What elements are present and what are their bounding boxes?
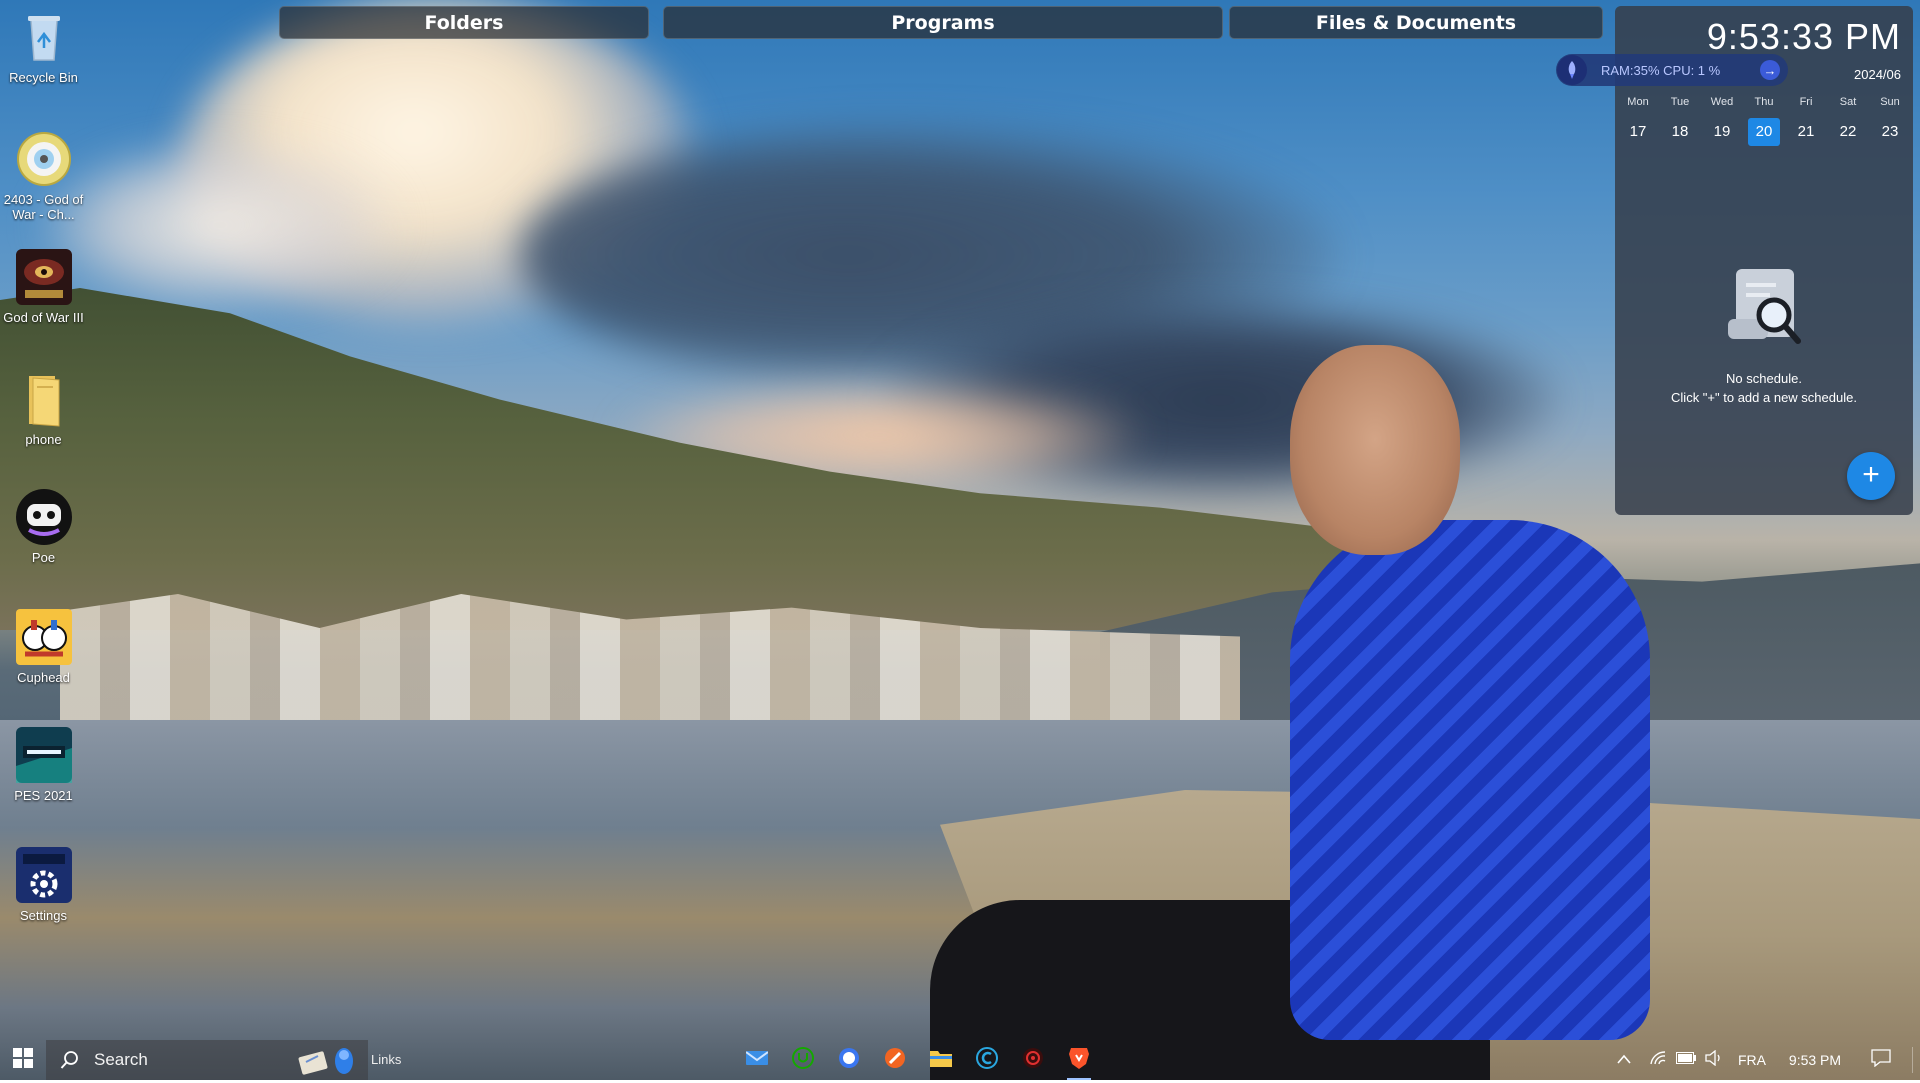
notification-icon [1871,1048,1891,1072]
start-button[interactable] [0,1040,46,1080]
widget-clock: 9:53:33 PM [1706,16,1901,57]
arrow-right-icon[interactable]: → [1760,60,1780,80]
desktop-icon-pes-2021[interactable]: PES 2021 [0,726,87,803]
day-number: 22 [1839,123,1857,140]
taskbar-app-pen[interactable] [880,1045,910,1075]
windows-logo-icon [13,1047,33,1073]
taskbar-app-signal[interactable] [834,1045,864,1075]
desktop-icon-poe[interactable]: Poe [0,488,87,565]
empty-schedule: No schedule. Click "+" to add a new sche… [1615,261,1913,407]
desktop-icon-label: phone [25,432,62,447]
day-name: Sat [1839,96,1857,108]
taskbar-app-game-launcher[interactable] [1018,1045,1048,1075]
taskbar-app-upwork[interactable] [788,1045,818,1075]
taskbar-app-file-explorer[interactable] [926,1045,956,1075]
show-desktop-button[interactable] [1908,1040,1916,1080]
system-stats-pill[interactable]: RAM:35% CPU: 1 % → [1556,54,1788,86]
desktop-icon-label: PES 2021 [14,788,73,803]
desktop-icon-god-of-war-disc[interactable]: 2403 - God of War - Ch... [0,130,87,222]
day-sun[interactable]: Sun 23 [1870,96,1910,146]
desktop-icon-label: Recycle Bin [9,70,78,85]
desktop-icon-pes-settings[interactable]: Settings [0,846,87,923]
day-name: Mon [1627,96,1649,108]
tray-network[interactable] [1644,1040,1672,1080]
desktop-icon-label: Poe [31,550,56,565]
desktop-icon-god-of-war-3[interactable]: God of War III [0,248,87,325]
tray-clock[interactable]: 9:53 PM [1780,1040,1850,1080]
pen-app-icon [884,1047,906,1074]
mail-icon [745,1049,769,1072]
day-name: Fri [1799,96,1813,108]
tab-files-documents[interactable]: Files & Documents [1229,6,1603,39]
add-schedule-button[interactable]: + [1847,452,1895,500]
links-toolbar-label[interactable]: Links [371,1052,401,1067]
day-name: Wed [1710,96,1734,108]
day-name: Thu [1754,96,1774,108]
taskbar-search[interactable]: Search [46,1040,368,1080]
tray-overflow-chevron[interactable] [1610,1040,1638,1080]
ram-cpu-readout: RAM:35% CPU: 1 % [1601,62,1721,78]
search-highlight-icon [296,1044,362,1083]
desktop-icon-recycle-bin[interactable]: Recycle Bin [0,8,87,85]
rocket-icon [1557,55,1587,85]
search-icon [60,1050,80,1075]
game-launcher-icon [1022,1047,1044,1074]
ccleaner-icon [976,1046,998,1074]
taskbar: Search Links FRA 9:53 PM [0,1040,1920,1080]
day-number: 19 [1713,123,1731,140]
chevron-up-icon [1617,1051,1631,1069]
desktop-icon-label: 2403 - God of War - Ch... [3,192,84,222]
empty-schedule-title: No schedule. [1726,371,1802,386]
day-sat[interactable]: Sat 22 [1828,96,1868,146]
tray-language[interactable]: FRA [1732,1040,1772,1080]
day-fri[interactable]: Fri 21 [1786,96,1826,146]
day-number: 17 [1629,123,1647,140]
day-number: 23 [1881,123,1899,140]
disc-icon [15,130,73,188]
desktop-icon-label: Cuphead [17,670,70,685]
search-document-icon [1716,261,1812,357]
brave-browser-icon [1068,1046,1090,1075]
search-placeholder: Search [94,1050,148,1069]
taskbar-app-mail[interactable] [742,1045,772,1075]
taskbar-app-brave[interactable] [1064,1045,1094,1080]
tray-action-center[interactable] [1866,1040,1896,1080]
day-number: 18 [1671,123,1689,140]
day-name: Tue [1670,96,1690,108]
pes-settings-icon [15,846,73,904]
day-tue[interactable]: Tue 18 [1660,96,1700,146]
tray-volume[interactable] [1700,1040,1728,1080]
tab-folders[interactable]: Folders [279,6,649,39]
signal-icon [838,1047,860,1074]
day-number: 21 [1797,123,1815,140]
desktop-icon-phone-folder[interactable]: phone [0,370,87,447]
tray-battery[interactable] [1672,1040,1700,1080]
desktop-icon-label: God of War III [3,310,84,325]
upwork-icon [792,1046,814,1074]
widget-year-month: 2024/06 [1854,67,1901,82]
day-number-today: 20 [1748,118,1780,146]
battery-icon [1676,1051,1696,1069]
desktop-icon-label: Settings [20,908,67,923]
folder-icon [15,370,73,428]
day-name: Sun [1880,96,1900,108]
god-of-war-icon [15,248,73,306]
recycle-bin-icon [15,8,73,66]
file-explorer-icon [930,1049,952,1072]
day-mon[interactable]: Mon 17 [1618,96,1658,146]
pes-2021-icon [15,726,73,784]
poe-robot-icon [15,488,73,546]
cuphead-icon [15,608,73,666]
wifi-icon [1649,1050,1667,1071]
volume-icon [1705,1049,1723,1071]
tab-programs[interactable]: Programs [663,6,1223,39]
desktop-icon-cuphead[interactable]: Cuphead [0,608,87,685]
calendar-widget: 9:53:33 PM 2024/06 RAM:35% CPU: 1 % → Mo… [1556,6,1913,515]
taskbar-app-ccleaner[interactable] [972,1045,1002,1075]
day-wed[interactable]: Wed 19 [1702,96,1742,146]
day-thu[interactable]: Thu 20 [1744,96,1784,146]
empty-schedule-hint: Click "+" to add a new schedule. [1671,390,1857,405]
